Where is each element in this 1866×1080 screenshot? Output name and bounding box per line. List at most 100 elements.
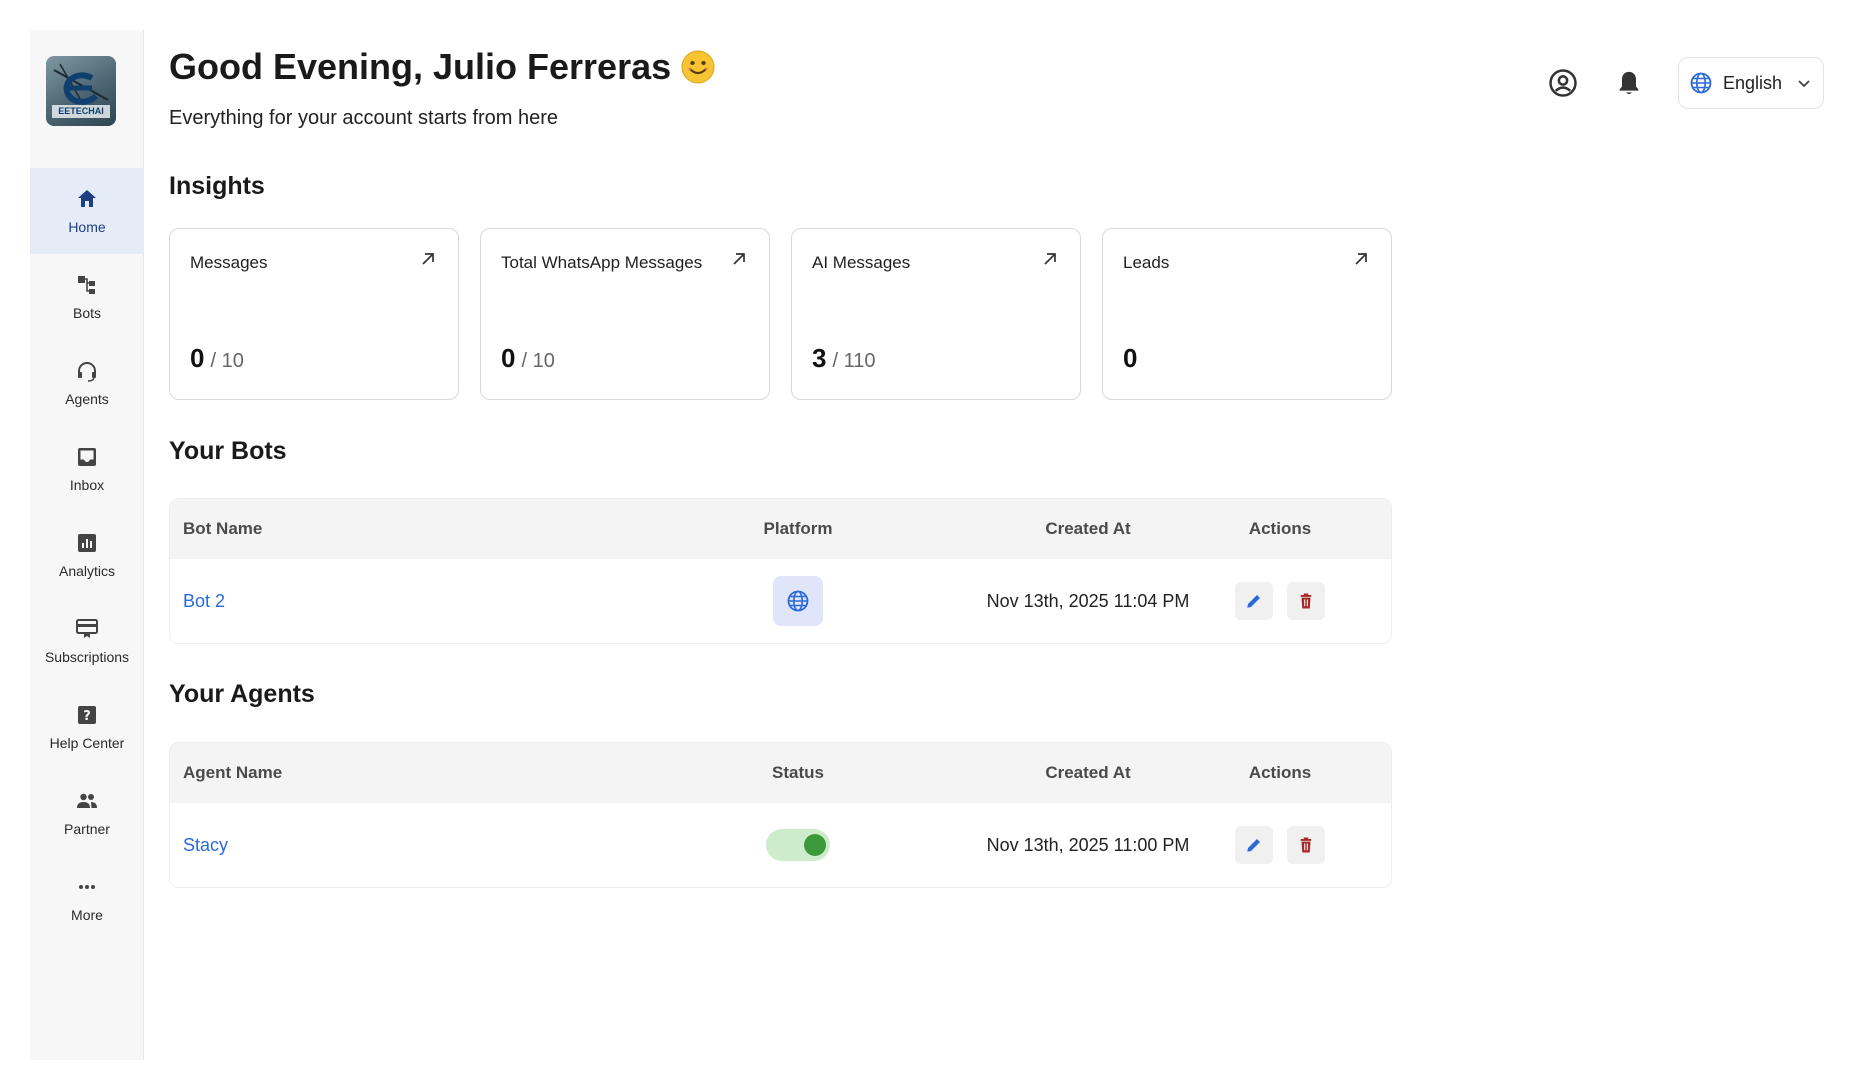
card-value: 0: [1123, 343, 1138, 373]
arrow-up-right-icon[interactable]: [731, 251, 747, 267]
partner-icon: [77, 793, 97, 808]
sidebar-item-label: Bots: [72, 305, 101, 321]
card-value-row: 0/ 10: [190, 343, 244, 374]
card-value-row: 3/ 110: [812, 343, 875, 374]
trash-icon: [1300, 593, 1312, 609]
page-title: Good Evening, Julio Ferreras: [169, 46, 715, 88]
table-row: Bot 2 Nov 13th, 2025 11:04 PM: [170, 559, 1391, 643]
delete-button[interactable]: [1287, 826, 1325, 864]
card-value-row: 0: [1123, 343, 1143, 374]
headset-icon: [78, 362, 96, 382]
card-label: Leads: [1123, 253, 1170, 272]
edit-button[interactable]: [1235, 826, 1273, 864]
agents-title: Your Agents: [169, 680, 315, 708]
analytics-icon: [78, 534, 96, 552]
help-icon: ?: [78, 706, 96, 724]
subscriptions-icon: [76, 619, 98, 638]
column-header: Agent Name: [183, 763, 283, 782]
column-header: Actions: [1248, 519, 1312, 538]
platform-badge: [773, 576, 823, 626]
insight-card-messages[interactable]: Messages 0/ 10: [169, 228, 459, 400]
chevron-down-icon: [1798, 80, 1810, 88]
column-header: Actions: [1248, 763, 1312, 782]
delete-button[interactable]: [1287, 582, 1325, 620]
sidebar-nav: Home Bots Agents Inbox Analytics Subscri…: [30, 168, 144, 942]
language-value: English: [1723, 72, 1783, 93]
sidebar-item-label: Agents: [65, 391, 109, 407]
svg-text:?: ?: [83, 709, 91, 724]
logo-text: EETECHAI: [58, 106, 104, 116]
arrow-up-right-icon[interactable]: [1042, 251, 1058, 267]
sidebar-item-subscriptions[interactable]: Subscriptions: [30, 598, 144, 684]
edit-button[interactable]: [1235, 582, 1273, 620]
card-limit: / 10: [521, 350, 555, 372]
user-circle-icon: [1549, 69, 1577, 97]
sidebar-item-label: Inbox: [69, 477, 105, 493]
sidebar: EETECHAI Home Bots Agents Inbox Analytic…: [30, 30, 144, 1060]
card-limit: / 10: [210, 350, 244, 372]
sidebar-item-label: Home: [68, 219, 106, 235]
card-limit: / 110: [832, 350, 876, 372]
bots-table: Bot Name Platform Created At Actions Bot…: [169, 498, 1392, 644]
sidebar-item-label: Help Center: [49, 735, 125, 751]
globe-icon: [1690, 72, 1712, 94]
insight-card-whatsapp-messages[interactable]: Total WhatsApp Messages 0/ 10: [480, 228, 770, 400]
sidebar-item-analytics[interactable]: Analytics: [30, 512, 144, 598]
agent-name-link[interactable]: Stacy: [183, 835, 228, 856]
sidebar-item-label: Subscriptions: [44, 649, 130, 665]
brand-logo[interactable]: EETECHAI: [46, 56, 116, 126]
created-at: Nov 13th, 2025 11:00 PM: [986, 834, 1190, 855]
more-icon: [79, 885, 95, 889]
card-value-row: 0/ 10: [501, 343, 555, 374]
table-header: Bot Name Platform Created At Actions: [170, 499, 1391, 559]
insight-card-ai-messages[interactable]: AI Messages 3/ 110: [791, 228, 1081, 400]
table-header: Agent Name Status Created At Actions: [170, 743, 1391, 803]
greeting-text: Good Evening, Julio Ferreras: [169, 46, 672, 87]
arrow-up-right-icon[interactable]: [420, 251, 436, 267]
smiling-face-icon: [681, 50, 715, 84]
profile-button[interactable]: [1546, 66, 1580, 100]
status-toggle[interactable]: [766, 829, 830, 861]
card-value: 3: [812, 343, 827, 373]
created-at: Nov 13th, 2025 11:04 PM: [986, 590, 1190, 611]
sidebar-item-label: Analytics: [58, 563, 116, 579]
card-label: AI Messages: [812, 253, 911, 272]
pencil-icon: [1247, 839, 1260, 852]
main-content: Good Evening, Julio Ferreras Everything …: [169, 0, 1439, 1080]
sidebar-item-partner[interactable]: Partner: [30, 770, 144, 856]
bot-name-link[interactable]: Bot 2: [183, 591, 225, 612]
sidebar-item-more[interactable]: More: [30, 856, 144, 942]
card-value: 0: [190, 343, 205, 373]
bots-title: Your Bots: [169, 437, 287, 465]
bots-icon: [78, 276, 95, 294]
sidebar-item-bots[interactable]: Bots: [30, 254, 144, 340]
sidebar-item-label: More: [71, 907, 103, 923]
card-label: Messages: [190, 253, 268, 272]
agents-table: Agent Name Status Created At Actions Sta…: [169, 742, 1392, 888]
column-header: Bot Name: [183, 519, 263, 538]
table-row: Stacy Nov 13th, 2025 11:00 PM: [170, 803, 1391, 887]
sidebar-item-home[interactable]: Home: [30, 168, 144, 254]
language-select[interactable]: English: [1678, 57, 1824, 109]
notifications-button[interactable]: [1612, 66, 1646, 100]
sidebar-item-inbox[interactable]: Inbox: [30, 426, 144, 512]
page-subtitle: Everything for your account starts from …: [169, 107, 559, 129]
insights-title: Insights: [169, 172, 265, 200]
toggle-knob: [804, 834, 826, 856]
top-bar: English: [1546, 57, 1824, 109]
column-header: Platform: [763, 519, 833, 538]
arrow-up-right-icon[interactable]: [1353, 251, 1369, 267]
globe-icon: [787, 590, 809, 612]
insight-card-leads[interactable]: Leads 0: [1102, 228, 1392, 400]
sidebar-item-label: Partner: [64, 821, 110, 837]
home-icon: [78, 190, 96, 207]
bell-icon: [1619, 71, 1639, 95]
trash-icon: [1300, 837, 1312, 853]
inbox-icon: [78, 448, 96, 466]
card-value: 0: [501, 343, 516, 373]
pencil-icon: [1247, 595, 1260, 608]
column-header: Status: [772, 763, 824, 782]
card-label: Total WhatsApp Messages: [501, 253, 703, 272]
sidebar-item-agents[interactable]: Agents: [30, 340, 144, 426]
sidebar-item-help-center[interactable]: ? Help Center: [30, 684, 144, 770]
